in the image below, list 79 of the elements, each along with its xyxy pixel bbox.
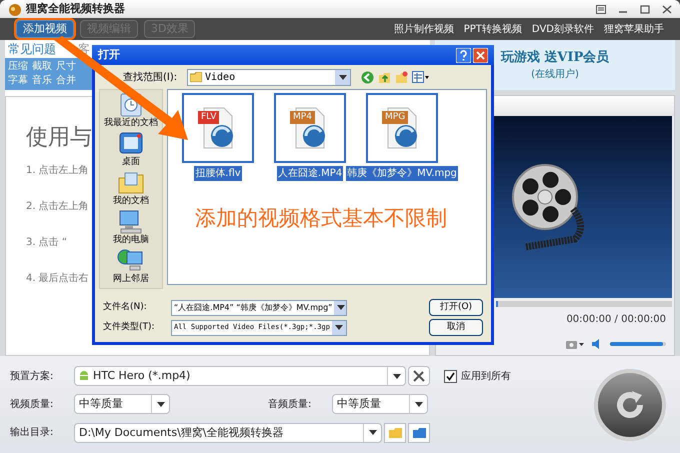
- promo-subtitle: (在线用户): [531, 68, 579, 82]
- look-in-value: Video: [204, 70, 236, 84]
- android-icon: [79, 370, 89, 382]
- toolbar-button[interactable]: 添加视频: [16, 20, 74, 38]
- nav-link[interactable]: 照片制作视频: [394, 22, 454, 36]
- filetype-label: 文件类型(T):: [103, 320, 156, 334]
- video-quality-label: 视频质量:: [10, 398, 54, 412]
- places-item[interactable]: 网上邻居: [113, 248, 149, 285]
- progress-track[interactable]: [496, 301, 672, 307]
- dropdown[interactable]: D:\My Documents\狸窝\全能视频转换器: [74, 422, 382, 443]
- caret-icon: [368, 430, 376, 436]
- maximize-icon[interactable]: [640, 4, 650, 14]
- dialog-title: 打开: [98, 46, 121, 63]
- folder-icon: [412, 428, 426, 438]
- help-step: 4. 最后点击右: [26, 271, 89, 307]
- dropdown[interactable]: 中等质量: [332, 394, 428, 414]
- cancel-button[interactable]: 取消: [429, 319, 483, 336]
- up-folder-icon[interactable]: [378, 70, 391, 84]
- help-step: 1. 点击左上角: [26, 163, 89, 199]
- open-button[interactable]: 打开(O): [429, 299, 483, 316]
- menu-icon[interactable]: [596, 4, 606, 14]
- file-thumbnail[interactable]: MP4: [274, 93, 346, 163]
- annotation-text: 添加的视频格式基本不限制: [195, 205, 447, 232]
- format-badge: MPG: [382, 111, 408, 124]
- window-title: 狸窝全能视频转换器: [26, 0, 125, 17]
- file-thumbnail[interactable]: MPG: [366, 93, 438, 163]
- caret-icon: [156, 402, 164, 407]
- folder-icon: [388, 428, 402, 438]
- caret-icon: [337, 305, 346, 310]
- apply-all-checkbox[interactable]: [444, 370, 457, 383]
- promo-title[interactable]: 玩游戏 送VIP会员: [500, 48, 610, 68]
- back-icon[interactable]: [361, 70, 374, 84]
- caret-icon: [392, 374, 400, 379]
- places-item[interactable]: 我的文档: [113, 170, 149, 207]
- dropdown-value: 中等质量: [78, 396, 124, 412]
- caret-icon: [414, 402, 422, 407]
- file-name: 扭腰体.flv: [194, 166, 242, 181]
- browse-button[interactable]: [408, 422, 430, 443]
- dropdown[interactable]: 中等质量: [74, 394, 170, 414]
- caret-icon: [335, 325, 343, 330]
- output-label: 输出目录:: [10, 426, 54, 440]
- format-badge: MP4: [290, 111, 315, 124]
- look-in-dropdown[interactable]: Video: [187, 68, 351, 86]
- preset-value: HTC Hero (*.mp4): [92, 368, 192, 384]
- nav-link[interactable]: 狸窝苹果助手: [604, 22, 664, 36]
- audio-quality-label: 音频质量:: [268, 398, 312, 412]
- view-menu-icon[interactable]: [412, 70, 429, 84]
- folder-icon: [190, 72, 202, 82]
- places-item[interactable]: 桌面: [117, 131, 145, 168]
- help-step: 3. 点击 “: [26, 235, 68, 271]
- folder-icon: [117, 170, 145, 196]
- preset-dropdown[interactable]: HTC Hero (*.mp4): [74, 366, 406, 386]
- app-logo-icon: [8, 2, 22, 16]
- places-item[interactable]: 我的电脑: [113, 209, 149, 246]
- preset-label: 预置方案:: [10, 370, 54, 384]
- dropdown-value: 中等质量: [336, 396, 382, 412]
- caret-icon: [338, 74, 346, 80]
- format-badge: FLV: [198, 111, 220, 124]
- filename-label: 文件名(N):: [103, 300, 148, 314]
- nav-link[interactable]: PPT转换视频: [464, 22, 522, 36]
- close-icon[interactable]: [662, 4, 672, 14]
- help-icon[interactable]: [456, 48, 471, 62]
- help-step: 2. 点击左上角: [26, 199, 89, 235]
- new-folder-icon[interactable]: [395, 70, 408, 84]
- help-tab[interactable]: 常见问题: [8, 40, 56, 58]
- file-thumbnail[interactable]: FLV: [182, 93, 254, 163]
- settings-button[interactable]: [408, 366, 430, 386]
- camera-icon[interactable]: [566, 339, 584, 349]
- filename-field[interactable]: “人在囧途.MP4” “韩庚《加梦令》MV.mpg”: [171, 300, 347, 316]
- speaker-icon[interactable]: [592, 339, 602, 349]
- file-name: 人在囧途.MP4: [276, 166, 344, 181]
- checkmark-icon: [446, 372, 455, 381]
- time-display: 00:00:00 / 00:00:00: [566, 313, 666, 327]
- file-name: 韩庚《加梦令》MV.mpg: [346, 166, 458, 181]
- apply-all-label: 应用到所有: [461, 370, 511, 384]
- look-in-label: 查找范围(I):: [123, 70, 178, 84]
- dropdown-value: D:\My Documents\狸窝\全能视频转换器: [78, 424, 285, 441]
- help-heading: 使用与: [26, 127, 92, 149]
- nav-link[interactable]: DVD刻录软件: [532, 22, 594, 36]
